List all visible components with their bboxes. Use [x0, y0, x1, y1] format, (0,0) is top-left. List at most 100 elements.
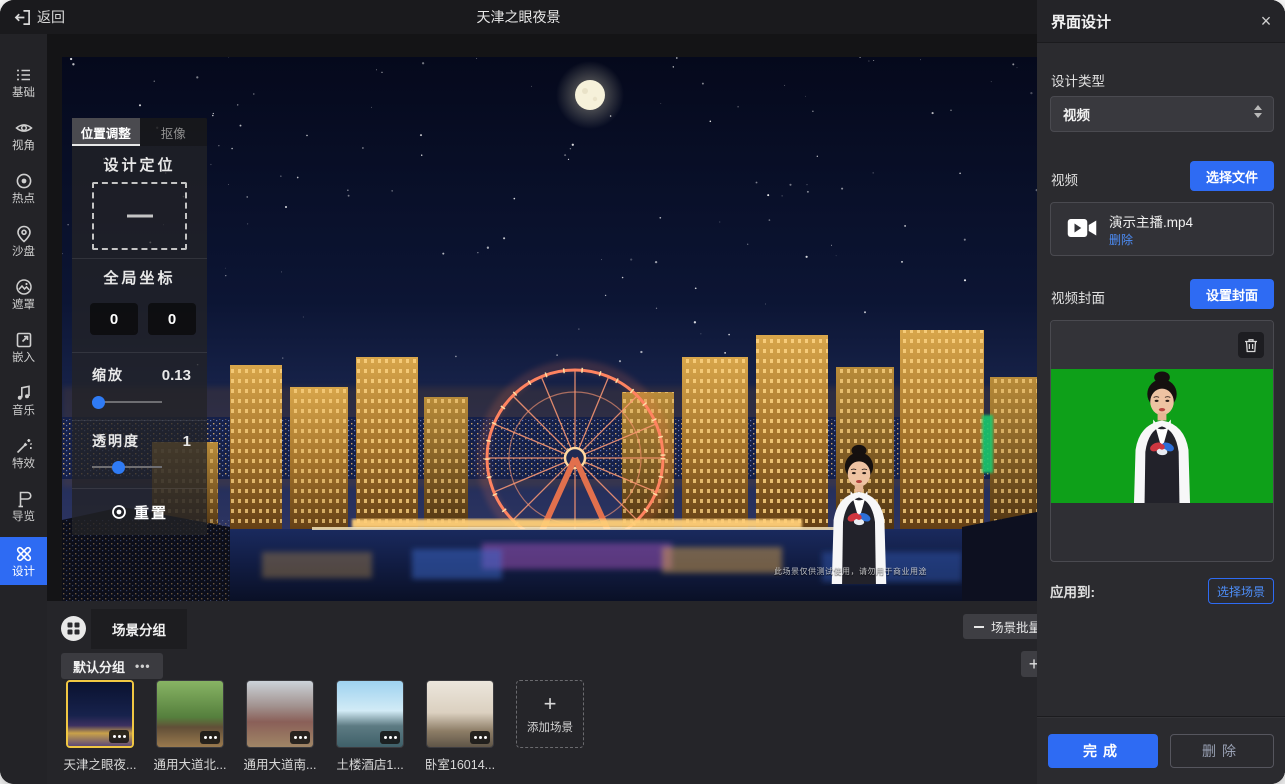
apply-to-label: 应用到: — [1050, 581, 1095, 601]
sidebar-item-design[interactable]: 设计 — [0, 537, 47, 585]
interface-design-panel: 界面设计 × 设计类型 视频 视频 选择文件 演示主播.mp4 删除 视频封面 … — [1037, 0, 1285, 784]
divider — [72, 352, 207, 353]
sidebar-item-hotspot[interactable]: 热点 — [0, 166, 47, 210]
scene-more-icon[interactable] — [290, 731, 310, 744]
cover-preview-card — [1050, 320, 1274, 562]
scale-label: 缩放 — [92, 365, 124, 385]
magic-wand-icon — [15, 437, 33, 455]
scene-thumb[interactable] — [246, 680, 314, 748]
add-scene-button[interactable]: + 添加场景 — [516, 680, 584, 748]
sidebar-item-effects[interactable]: 特效 — [0, 431, 47, 475]
coord-y-input[interactable] — [148, 303, 196, 335]
group-more-icon[interactable]: ••• — [135, 659, 151, 673]
eye-icon — [15, 119, 33, 137]
global-coords-label: 全局坐标 — [72, 267, 207, 288]
sidebar-item-embed[interactable]: 嵌入 — [0, 325, 47, 369]
video-camera-icon — [1067, 216, 1097, 240]
design-type-label: 设计类型 — [1051, 70, 1105, 90]
design-type-select[interactable]: 视频 — [1050, 96, 1274, 132]
delete-button[interactable]: 删除 — [1170, 734, 1274, 768]
delete-cover-button[interactable] — [1238, 332, 1264, 358]
grid-icon — [67, 622, 80, 635]
set-cover-button[interactable]: 设置封面 — [1190, 279, 1274, 309]
watermark-text: 此场景仅供测试使用，请勿用于商业用途 — [774, 566, 964, 577]
cover-presenter-avatar — [1113, 369, 1211, 503]
scale-slider-handle[interactable] — [92, 396, 105, 409]
cover-green-screen-image — [1051, 369, 1273, 503]
virtual-presenter-avatar[interactable] — [812, 443, 906, 584]
sidebar-item-mask[interactable]: 遮罩 — [0, 272, 47, 316]
trash-icon — [1244, 338, 1258, 353]
divider — [72, 420, 207, 421]
design-locate-widget[interactable] — [92, 182, 187, 250]
tab-matting[interactable]: 抠像 — [140, 118, 208, 146]
sidebar-item-music[interactable]: 音乐 — [0, 378, 47, 422]
back-button[interactable]: 返回 — [14, 7, 65, 27]
scene-thumb-selected[interactable] — [66, 680, 134, 748]
opacity-value: 1 — [183, 433, 191, 450]
scene-more-icon[interactable] — [200, 731, 220, 744]
music-icon — [15, 384, 33, 402]
scene-more-icon[interactable] — [380, 731, 400, 744]
panel-header: 界面设计 × — [1037, 0, 1285, 43]
list-icon — [15, 66, 33, 84]
opacity-label: 透明度 — [92, 431, 140, 451]
plus-icon: + — [544, 694, 557, 714]
map-pin-icon — [15, 225, 33, 243]
scene-thumb[interactable] — [156, 680, 224, 748]
close-icon[interactable]: × — [1253, 8, 1279, 34]
scene-item: 通用大道南... — [246, 680, 314, 773]
scene-more-icon[interactable] — [109, 730, 129, 743]
divider — [72, 258, 207, 259]
divider — [1037, 716, 1285, 717]
scene-item: 天津之眼夜... — [66, 680, 134, 773]
group-default[interactable]: 默认分组 ••• — [61, 653, 163, 679]
tab-scene-groups[interactable]: 场景分组 — [91, 609, 187, 649]
design-icon — [15, 545, 33, 563]
done-button[interactable]: 完成 — [1048, 734, 1158, 768]
design-locate-title: 设计定位 — [72, 154, 207, 175]
scene-more-icon[interactable] — [470, 731, 490, 744]
choose-scene-button[interactable]: 选择场景 — [1208, 578, 1274, 604]
tab-position-adjust[interactable]: 位置调整 — [72, 118, 140, 146]
cover-label: 视频封面 — [1051, 287, 1105, 307]
scene-item: 土楼酒店1... — [336, 680, 404, 773]
tour-flag-icon — [15, 490, 33, 508]
position-adjust-panel: 位置调整 抠像 设计定位 全局坐标 缩放 0.13 透明度 1 — [72, 118, 207, 535]
back-exit-icon — [14, 9, 31, 26]
scene-item: 卧室16014... — [426, 680, 494, 773]
scale-slider[interactable] — [92, 395, 188, 409]
scene-grid-toggle[interactable] — [61, 616, 86, 641]
opacity-slider[interactable] — [92, 460, 188, 474]
dash-icon — [973, 621, 985, 633]
coord-x-input[interactable] — [90, 303, 138, 335]
video-label: 视频 — [1051, 169, 1078, 189]
panorama-canvas[interactable]: 此场景仅供测试使用，请勿用于商业用途 位置调整 抠像 设计定位 全局坐标 缩放 … — [62, 57, 1037, 601]
top-bar: 返回 天津之眼夜景 — [0, 0, 1037, 34]
scene-thumb[interactable] — [426, 680, 494, 748]
app-window: 此场景仅供测试使用，请勿用于商业用途 位置调整 抠像 设计定位 全局坐标 缩放 … — [0, 0, 1285, 784]
select-spinner-icon — [1254, 105, 1262, 118]
scale-value: 0.13 — [162, 367, 191, 384]
panel-title: 界面设计 — [1051, 11, 1111, 32]
choose-file-button[interactable]: 选择文件 — [1190, 161, 1274, 191]
video-file-delete-link[interactable]: 删除 — [1109, 231, 1133, 248]
scene-item-add: + 添加场景 — [516, 680, 584, 773]
cover-top-strip — [1051, 321, 1273, 369]
reset-icon — [111, 504, 127, 520]
sidebar-item-tour[interactable]: 导览 — [0, 484, 47, 528]
tool-sidebar: 基础 视角 热点 沙盘 遮罩 — [0, 34, 47, 784]
scene-thumb[interactable] — [336, 680, 404, 748]
video-file-name: 演示主播.mp4 — [1109, 211, 1193, 231]
embed-icon — [15, 331, 33, 349]
page-title: 天津之眼夜景 — [0, 7, 1037, 27]
mask-icon — [15, 278, 33, 296]
locate-center-handle[interactable] — [127, 215, 153, 218]
sidebar-item-basic[interactable]: 基础 — [0, 60, 47, 104]
reset-button[interactable]: 重置 — [72, 495, 207, 529]
opacity-slider-handle[interactable] — [112, 461, 125, 474]
sidebar-item-sandbox[interactable]: 沙盘 — [0, 219, 47, 263]
sidebar-item-view[interactable]: 视角 — [0, 113, 47, 157]
scene-thumbnails: 天津之眼夜... 通用大道北... 通用大道南... — [66, 680, 584, 773]
video-file-card: 演示主播.mp4 删除 — [1050, 202, 1274, 256]
